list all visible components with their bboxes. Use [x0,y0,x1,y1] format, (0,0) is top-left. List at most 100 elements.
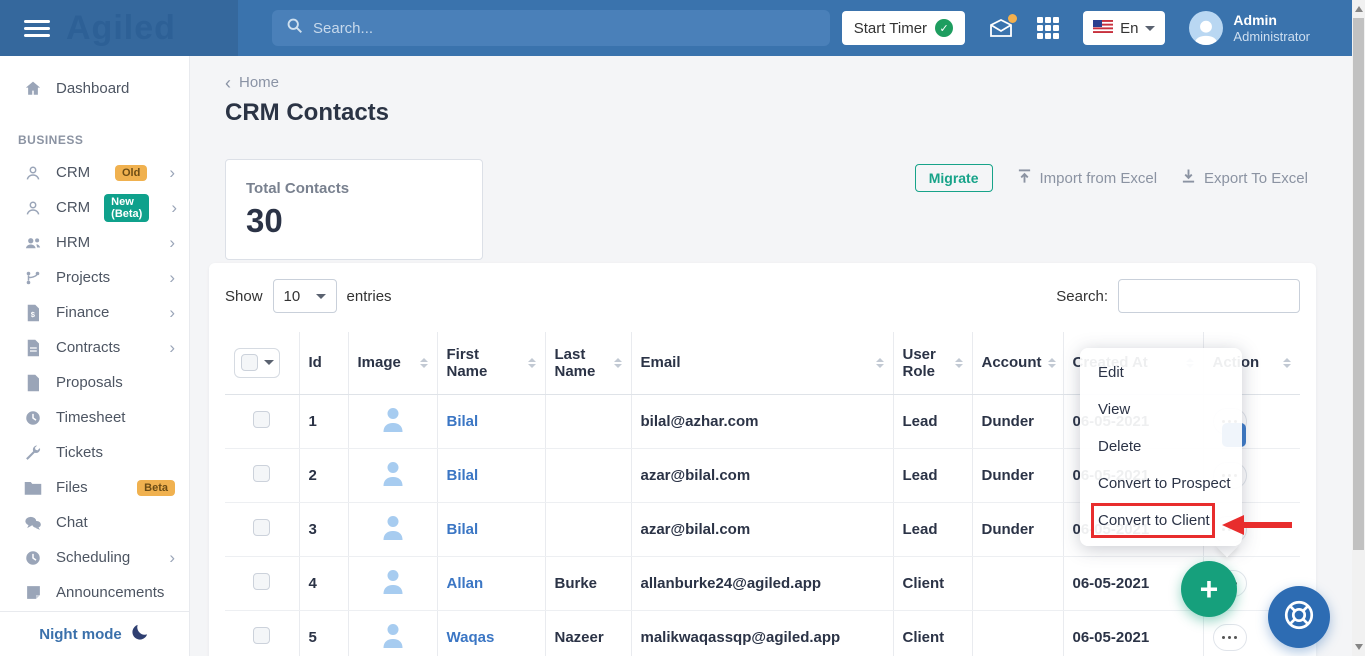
scroll-down-arrow[interactable] [1352,639,1365,655]
cell-id: 4 [299,556,349,611]
mail-icon[interactable] [989,14,1018,38]
export-to-excel-button[interactable]: Export To Excel [1181,168,1308,188]
cell-last-name: Burke [545,556,632,611]
apps-grid-icon[interactable] [1037,17,1060,39]
column-header-last-name[interactable]: Last Name [545,332,632,395]
select-all-button[interactable] [234,347,280,378]
row-checkbox[interactable] [253,410,271,428]
first-name-link[interactable]: Bilal [447,467,479,484]
cell-id: 3 [299,502,349,557]
cell-id: 1 [299,394,349,449]
sidebar-item-crm-new[interactable]: CRM New (Beta) › [0,190,189,225]
global-search[interactable] [272,10,830,46]
user-profile-menu[interactable]: Admin Administrator [1189,11,1310,45]
sidebar-item-tickets[interactable]: Tickets [0,435,189,470]
notification-dot [1008,14,1018,23]
cell-user-role: Client [893,610,973,656]
navbar-brand-area: Agiled [0,0,238,56]
menu-item-view[interactable]: View [1080,391,1242,428]
search-input[interactable] [313,19,816,37]
sidebar-item-proposals[interactable]: Proposals [0,365,189,400]
sidebar-item-timesheet[interactable]: Timesheet [0,400,189,435]
moon-icon [130,622,150,646]
column-header-image[interactable]: Image [348,332,438,395]
sidebar-item-files[interactable]: Files Beta [0,470,189,505]
column-header-account[interactable]: Account [972,332,1064,395]
language-selector[interactable]: En [1083,11,1166,45]
column-header-user-role[interactable]: User Role [893,332,973,395]
home-icon [24,79,42,97]
caret-down-icon [315,293,326,299]
cell-user-role: Client [893,556,973,611]
life-ring-icon [1281,597,1317,638]
sort-icon [1277,357,1291,368]
sidebar-item-finance[interactable]: $ Finance › [0,295,189,330]
row-checkbox[interactable] [253,626,271,644]
contact-avatar [381,516,405,545]
contact-avatar [381,624,405,653]
menu-item-edit[interactable]: Edit [1080,354,1242,391]
page-scrollbar[interactable] [1352,0,1365,656]
plus-icon: + [1199,570,1219,607]
cell-email: bilal@azhar.com [631,394,894,449]
menu-item-delete[interactable]: Delete [1080,428,1242,465]
column-header-id[interactable]: Id [299,332,349,395]
row-checkbox[interactable] [253,464,271,482]
cell-account: Dunder [972,448,1064,503]
column-header-email[interactable]: Email [631,332,894,395]
first-name-link[interactable]: Waqas [447,629,495,646]
page-actions: Migrate Import from Excel Export To Exce… [914,164,1308,192]
user-role: Administrator [1233,28,1310,44]
sidebar-item-dashboard[interactable]: Dashboard [0,69,189,107]
sidebar-item-scheduling[interactable]: Scheduling › [0,540,189,575]
sidebar-item-crm-old[interactable]: CRM Old › [0,155,189,190]
row-actions-button[interactable] [1212,623,1247,651]
app-logo[interactable]: Agiled [66,9,176,48]
proposals-icon [24,374,42,392]
projects-icon [24,269,42,287]
night-mode-toggle[interactable]: Night mode [0,611,189,656]
cell-account: Dunder [972,394,1064,449]
old-badge: Old [114,164,148,181]
user-icon [24,164,42,182]
hamburger-menu-icon[interactable] [24,19,50,37]
scroll-up-arrow[interactable] [1352,1,1365,17]
first-name-link[interactable]: Bilal [447,413,479,430]
add-contact-fab[interactable]: + [1181,561,1237,617]
cell-email: azar@bilal.com [631,502,894,557]
row-checkbox[interactable] [253,518,271,536]
caret-down-icon [1145,25,1156,31]
sort-icon [414,357,428,368]
page-size-select[interactable]: 10 [272,279,337,313]
menu-item-convert-to-prospect[interactable]: Convert to Prospect [1080,465,1242,502]
cell-last-name: Nazeer [545,610,632,656]
sidebar-item-announcements[interactable]: Announcements [0,575,189,610]
clock-icon [24,549,42,567]
cell-created-at: 06-05-2021 [1063,610,1204,656]
start-timer-button[interactable]: Start Timer ✓ [841,11,966,45]
cell-user-role: Lead [893,502,973,557]
sidebar-item-hrm[interactable]: HRM › [0,225,189,260]
sidebar-item-contracts[interactable]: Contracts › [0,330,189,365]
cell-id: 2 [299,448,349,503]
migrate-button[interactable]: Migrate [914,164,993,192]
table-row: 4 Allan Burke allanburke24@agiled.app Cl… [225,556,1300,611]
us-flag-icon [1093,19,1114,37]
search-icon [286,17,303,39]
table-row: 5 Waqas Nazeer malikwaqassqp@agiled.app … [225,610,1300,656]
breadcrumb[interactable]: ‹ Home [225,74,1352,92]
help-fab[interactable] [1268,586,1330,648]
stat-value: 30 [246,202,283,239]
scrollbar-thumb[interactable] [1353,18,1364,550]
column-header-first-name[interactable]: First Name [437,332,546,395]
table-search-input[interactable] [1118,279,1300,313]
sidebar-item-projects[interactable]: Projects › [0,260,189,295]
row-checkbox[interactable] [253,572,271,590]
annotation-arrow-icon [1222,514,1294,541]
select-all-checkbox[interactable] [240,354,258,372]
import-from-excel-button[interactable]: Import from Excel [1017,168,1157,188]
first-name-link[interactable]: Allan [447,575,484,592]
download-icon [1181,168,1196,188]
sidebar-item-chat[interactable]: Chat [0,505,189,540]
first-name-link[interactable]: Bilal [447,521,479,538]
